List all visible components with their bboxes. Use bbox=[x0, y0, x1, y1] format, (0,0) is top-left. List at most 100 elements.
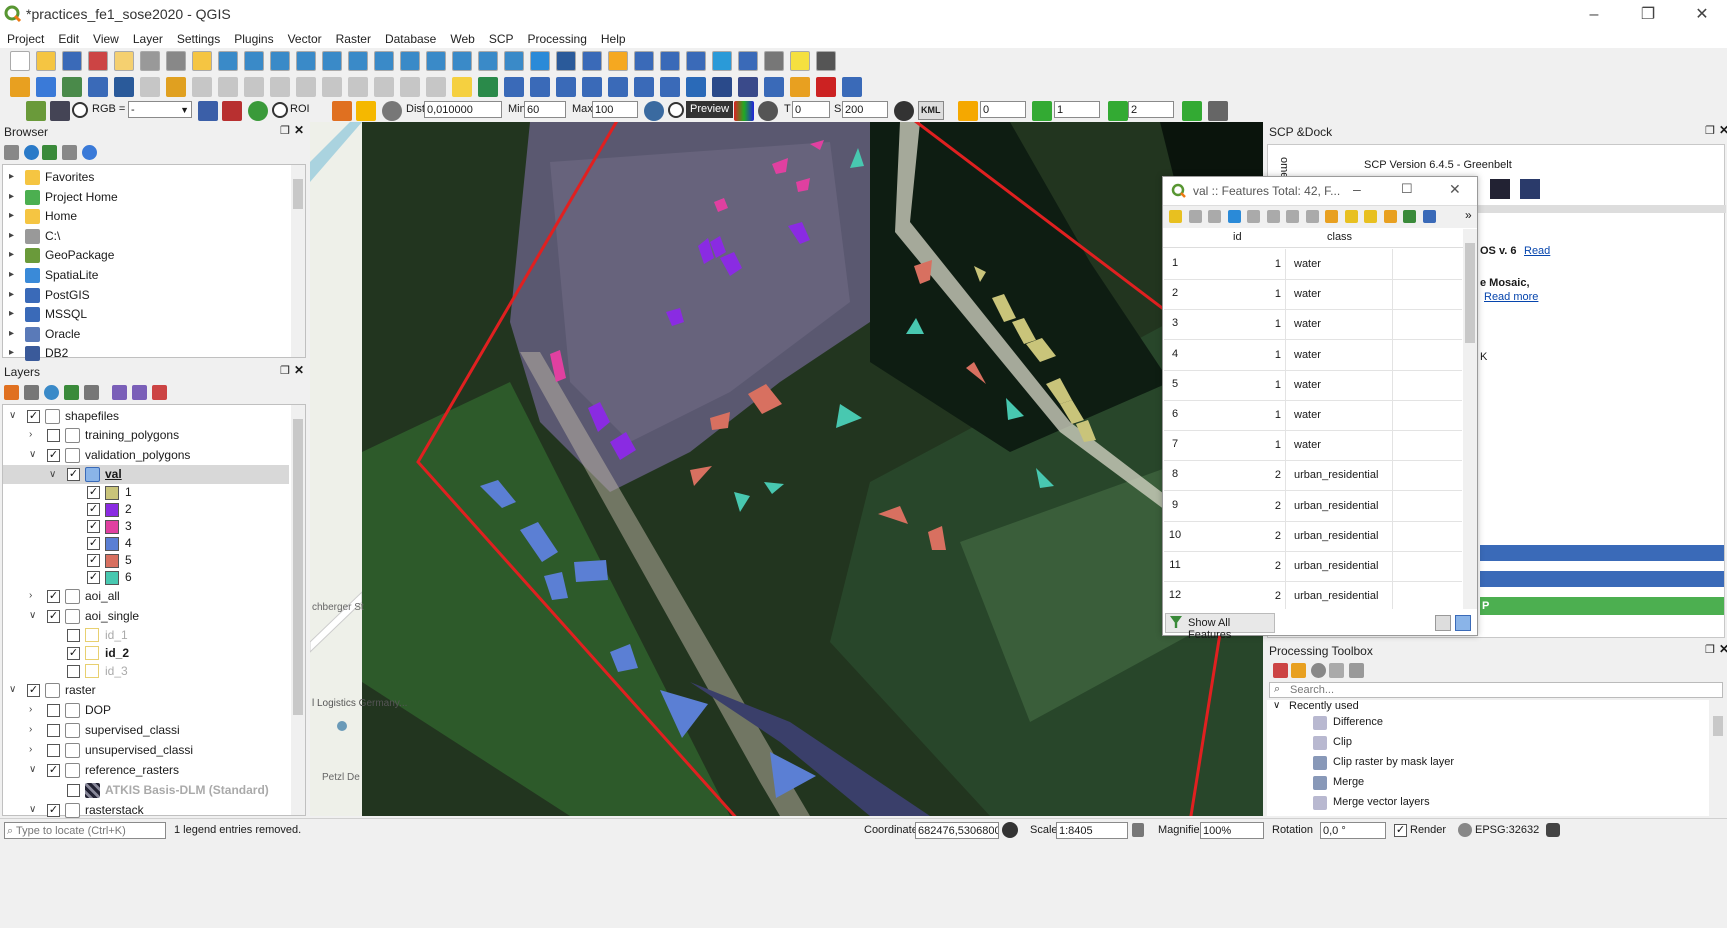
roi-pointer-icon[interactable] bbox=[332, 101, 352, 121]
toolbar1-tool-25-icon[interactable] bbox=[634, 51, 654, 71]
toolbar1-tool-8-icon[interactable] bbox=[192, 51, 212, 71]
toolbar1-tool-29-icon[interactable] bbox=[738, 51, 758, 71]
minimize-button[interactable]: – bbox=[1572, 2, 1616, 28]
toolbar1-tool-27-icon[interactable] bbox=[686, 51, 706, 71]
menu-plugins[interactable]: Plugins bbox=[227, 30, 280, 48]
next-1-icon[interactable] bbox=[1032, 101, 1052, 121]
band-combo-icon[interactable] bbox=[198, 101, 218, 121]
redo-preview-icon[interactable] bbox=[758, 101, 778, 121]
table-row[interactable]: 5 1 water bbox=[1164, 369, 1462, 401]
scp-button-p[interactable]: P bbox=[1480, 597, 1724, 615]
attr-tool-1-icon[interactable] bbox=[1169, 210, 1182, 223]
layer-checkbox[interactable]: ✓ bbox=[87, 537, 100, 550]
preview-colors-icon[interactable] bbox=[734, 101, 754, 121]
layer-row[interactable]: id_1 bbox=[3, 626, 289, 644]
toolbar1-tool-10-icon[interactable] bbox=[244, 51, 264, 71]
scp-read-link[interactable]: Read bbox=[1524, 245, 1550, 257]
layer-checkbox[interactable] bbox=[67, 665, 80, 678]
layer-row[interactable]: ∨ ✓ shapefiles bbox=[3, 407, 289, 425]
layer-row[interactable]: › unsupervised_classi bbox=[3, 740, 289, 760]
toolbar2-tool-7-icon[interactable] bbox=[166, 77, 186, 97]
toolbar2-tool-3-icon[interactable] bbox=[62, 77, 82, 97]
layer-checkbox[interactable]: ✓ bbox=[87, 503, 100, 516]
attr-tool-7-icon[interactable] bbox=[1286, 210, 1299, 223]
collapse-icon[interactable] bbox=[62, 145, 77, 160]
expand-arrow-icon[interactable]: ▸ bbox=[9, 206, 14, 226]
toolbar2-tool-29-icon[interactable] bbox=[738, 77, 758, 97]
preview-toggle-icon[interactable] bbox=[668, 102, 684, 118]
row-number[interactable]: 7 bbox=[1164, 438, 1186, 450]
next-3-icon[interactable] bbox=[1182, 101, 1202, 121]
cell-id[interactable]: 1 bbox=[1186, 309, 1286, 340]
chevron-down-icon[interactable]: ∨ bbox=[29, 760, 36, 780]
cell-id[interactable]: 2 bbox=[1186, 520, 1286, 551]
row-number[interactable]: 2 bbox=[1164, 287, 1186, 299]
table-row[interactable]: 7 1 water bbox=[1164, 430, 1462, 462]
filter-expression-icon[interactable] bbox=[84, 385, 99, 400]
scrollbar-thumb[interactable] bbox=[293, 419, 303, 715]
toolbar1-tool-22-icon[interactable] bbox=[556, 51, 576, 71]
menu-database[interactable]: Database bbox=[378, 30, 443, 48]
toggle-extents-icon[interactable] bbox=[1002, 822, 1018, 838]
browser-item[interactable]: ▸ GeoPackage bbox=[3, 245, 293, 265]
scp-button-2[interactable] bbox=[1480, 571, 1724, 587]
tool-difference[interactable]: Difference bbox=[1333, 716, 1383, 728]
expand-arrow-icon[interactable]: ▸ bbox=[9, 167, 14, 187]
toolbar2-tool-13-icon[interactable] bbox=[322, 77, 342, 97]
toolbar1-tool-21-icon[interactable] bbox=[530, 51, 550, 71]
menu-raster[interactable]: Raster bbox=[329, 30, 378, 48]
attr-tool-9-icon[interactable] bbox=[1325, 210, 1338, 223]
zoom-input-icon[interactable] bbox=[50, 101, 70, 121]
float-icon[interactable]: ❐ bbox=[1705, 124, 1715, 137]
table-row[interactable]: 9 2 urban_residential bbox=[1164, 490, 1462, 522]
chevron-right-icon[interactable]: › bbox=[29, 700, 32, 720]
kml-button[interactable]: KML bbox=[918, 101, 944, 120]
row-number[interactable]: 1 bbox=[1164, 257, 1186, 269]
toolbar1-tool-17-icon[interactable] bbox=[426, 51, 446, 71]
refresh-icon[interactable] bbox=[24, 145, 39, 160]
next-2-icon[interactable] bbox=[1108, 101, 1128, 121]
dist-field[interactable]: 0,010000 bbox=[424, 101, 502, 118]
toolbar1-tool-30-icon[interactable] bbox=[764, 51, 784, 71]
table-row[interactable]: 4 1 water bbox=[1164, 339, 1462, 371]
toolbar1-tool-31-icon[interactable] bbox=[790, 51, 810, 71]
toolbar1-tool-16-icon[interactable] bbox=[400, 51, 420, 71]
close-icon[interactable]: ✕ bbox=[1719, 123, 1727, 137]
toolbar2-tool-10-icon[interactable] bbox=[244, 77, 264, 97]
form-view-icon[interactable] bbox=[1435, 615, 1451, 631]
menu-edit[interactable]: Edit bbox=[51, 30, 86, 48]
col-id-header[interactable]: id bbox=[1233, 231, 1242, 243]
close-icon[interactable]: ✕ bbox=[294, 363, 304, 377]
cell-class[interactable]: water bbox=[1290, 279, 1393, 310]
toolbar2-tool-32-icon[interactable] bbox=[816, 77, 836, 97]
toolbar1-tool-12-icon[interactable] bbox=[296, 51, 316, 71]
toolbar2-tool-33-icon[interactable] bbox=[842, 77, 862, 97]
menu-settings[interactable]: Settings bbox=[170, 30, 227, 48]
toolbar2-tool-9-icon[interactable] bbox=[218, 77, 238, 97]
toolbar1-tool-5-icon[interactable] bbox=[114, 51, 134, 71]
row-number[interactable]: 12 bbox=[1164, 589, 1186, 601]
chevron-down-icon[interactable]: ∨ bbox=[49, 465, 56, 484]
band-combo-2-icon[interactable] bbox=[222, 101, 242, 121]
expand-arrow-icon[interactable]: ▸ bbox=[9, 187, 14, 207]
tool-clip[interactable]: Clip bbox=[1333, 736, 1352, 748]
layer-checkbox[interactable] bbox=[47, 724, 60, 737]
cell-id[interactable]: 1 bbox=[1186, 249, 1286, 279]
attr-tool-11-icon[interactable] bbox=[1364, 210, 1377, 223]
cell-id[interactable]: 1 bbox=[1186, 430, 1286, 461]
browser-item[interactable]: ▸ PostGIS bbox=[3, 285, 293, 305]
toolbar2-tool-22-icon[interactable] bbox=[556, 77, 576, 97]
info-icon[interactable] bbox=[82, 145, 97, 160]
layer-row[interactable]: › DOP bbox=[3, 700, 289, 720]
toolbar1-tool-18-icon[interactable] bbox=[452, 51, 472, 71]
layer-checkbox[interactable]: ✓ bbox=[47, 804, 60, 817]
close-window-button[interactable]: ✕ bbox=[1680, 2, 1724, 28]
s-field[interactable]: 200 bbox=[842, 101, 888, 118]
table-row[interactable]: 11 2 urban_residential bbox=[1164, 551, 1462, 582]
chevron-right-icon[interactable]: › bbox=[29, 425, 32, 445]
locate-input[interactable]: ⌕ Type to locate (Ctrl+K) bbox=[4, 822, 166, 839]
toolbar2-tool-21-icon[interactable] bbox=[530, 77, 550, 97]
layer-row[interactable]: ✓ 1 bbox=[3, 484, 289, 501]
table-row[interactable]: 6 1 water bbox=[1164, 400, 1462, 431]
browser-item[interactable]: ▸ Oracle bbox=[3, 324, 293, 344]
